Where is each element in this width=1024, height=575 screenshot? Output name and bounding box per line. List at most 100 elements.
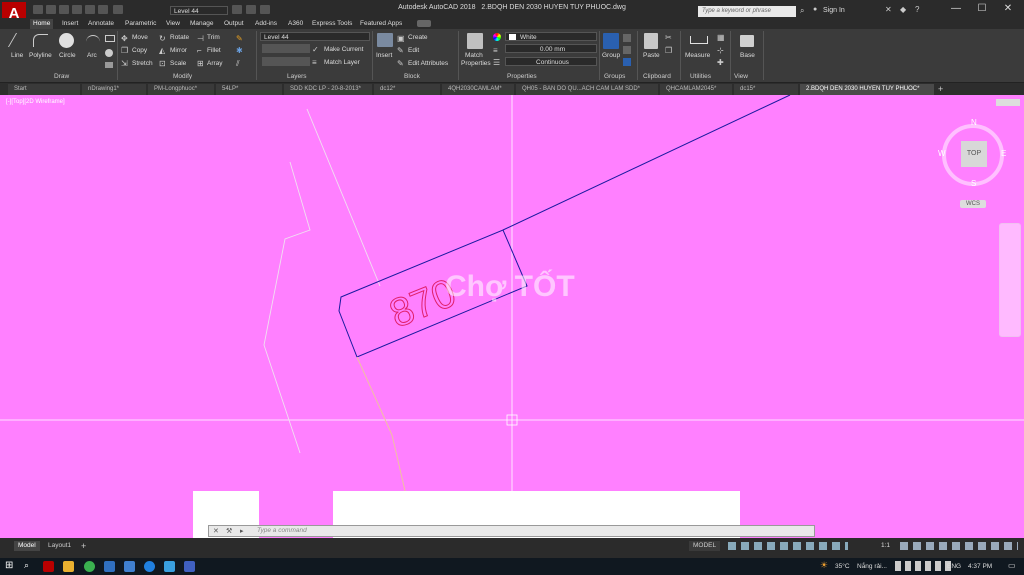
command-input[interactable]: Type a command	[257, 527, 307, 534]
insert-button[interactable]: Insert	[376, 52, 392, 59]
scale-button[interactable]: Scale	[170, 60, 186, 67]
doc-tab[interactable]: 4QH2030CAMLAM*	[442, 84, 514, 95]
search-icon[interactable]: ⌕	[24, 560, 29, 571]
tab-featured-apps[interactable]: Featured Apps	[357, 19, 405, 29]
polyline-icon[interactable]	[33, 34, 48, 47]
tab-add-ins[interactable]: Add-ins	[252, 19, 280, 29]
tab-manage[interactable]: Manage	[187, 19, 217, 29]
circle-button[interactable]: Circle	[59, 52, 76, 59]
model-tab[interactable]: Model	[14, 541, 40, 551]
measure-button[interactable]: Measure	[685, 52, 710, 59]
base-button[interactable]: Base	[740, 52, 755, 59]
tab-insert[interactable]: Insert	[59, 19, 81, 29]
stretch-button[interactable]: Stretch	[132, 60, 153, 67]
block-panel-label[interactable]: Block	[404, 73, 420, 80]
compass-west[interactable]: W	[938, 149, 946, 158]
layer-tools-row[interactable]	[262, 44, 310, 53]
redo-icon[interactable]	[113, 5, 123, 14]
wcs-menu[interactable]: WCS	[960, 200, 986, 208]
tab-a360[interactable]: A360	[285, 19, 306, 29]
edit-attributes-button[interactable]: Edit Attributes	[408, 60, 448, 67]
autocad-taskbar-icon[interactable]	[43, 561, 54, 572]
group-button[interactable]: Group	[602, 52, 620, 59]
viewcube[interactable]: TOP N S E W	[938, 118, 1006, 188]
tab-express-tools[interactable]: Express Tools	[309, 19, 355, 29]
zalo-icon[interactable]	[144, 561, 155, 572]
doc-tab-active[interactable]: 2.BDQH DEN 2030 HUYEN TUY PHUOC*	[800, 84, 934, 95]
polyline-button[interactable]: Polyline	[29, 52, 52, 59]
doc-tab[interactable]: nDrawing1*	[82, 84, 146, 95]
draw-panel-label[interactable]: Draw	[54, 73, 69, 80]
erase-icon[interactable]: ✎	[236, 34, 243, 43]
id-point-icon[interactable]: ✚	[717, 58, 724, 67]
paste-icon[interactable]	[644, 33, 658, 49]
create-block-button[interactable]: Create	[408, 34, 428, 41]
lineweight-dropdown[interactable]: 0.00 mm	[505, 44, 597, 53]
base-view-icon[interactable]	[740, 35, 754, 47]
binoculars-icon[interactable]: ⌕	[800, 6, 804, 16]
quick-layer-combo[interactable]: Level 44	[170, 6, 228, 15]
weather-text[interactable]: Nắng rải...	[857, 563, 887, 570]
copy-clip-icon[interactable]: ❐	[665, 46, 672, 55]
close-command-icon[interactable]: ✕	[213, 527, 219, 535]
layer-tool-icon[interactable]	[232, 5, 242, 14]
edit-block-button[interactable]: Edit	[408, 47, 419, 54]
group-edit-icon[interactable]	[623, 46, 631, 54]
sign-in-button[interactable]: Sign In	[823, 7, 845, 14]
color-dropdown[interactable]: White	[505, 32, 597, 41]
navigation-bar[interactable]	[999, 223, 1021, 337]
view-panel-label[interactable]: View	[734, 73, 748, 80]
recent-commands-icon[interactable]: ▸	[240, 527, 244, 535]
arc-icon[interactable]	[86, 35, 100, 48]
clipboard-panel-label[interactable]: Clipboard	[643, 73, 671, 80]
open-icon[interactable]	[46, 5, 56, 14]
status-tools[interactable]	[900, 542, 1018, 550]
saveas-icon[interactable]	[72, 5, 82, 14]
circle-icon[interactable]	[59, 33, 74, 48]
ungroup-icon[interactable]	[623, 34, 631, 42]
doc-tab[interactable]: PM-Longphuoc*	[148, 84, 214, 95]
match-properties-icon[interactable]	[467, 33, 483, 49]
command-line[interactable]: ✕ ⚒ ▸ Type a command	[208, 525, 815, 537]
doc-tab[interactable]: QHCAMLAM2045*	[660, 84, 732, 95]
trim-button[interactable]: Trim	[207, 34, 220, 41]
ribbon-toggle-icon[interactable]	[417, 20, 431, 27]
group-select-icon[interactable]	[623, 58, 631, 66]
make-current-button[interactable]: Make Current	[324, 46, 363, 53]
tab-home[interactable]: Home	[30, 19, 54, 29]
cut-icon[interactable]: ✂	[665, 33, 672, 42]
doc-tab[interactable]: 54LP*	[216, 84, 282, 95]
compass-south[interactable]: S	[971, 179, 976, 188]
search-input[interactable]: Type a keyword or phrase	[698, 6, 796, 17]
groups-panel-label[interactable]: Groups	[604, 73, 625, 80]
app-icon-2[interactable]	[124, 561, 135, 572]
drawing-canvas[interactable]: [-][Top][2D Wireframe] 870 Chợ TỐT TOP N…	[0, 95, 1024, 538]
utilities-panel-label[interactable]: Utilities	[690, 73, 711, 80]
doc-tab[interactable]: SDD KDC LP - 20-8-2013*	[284, 84, 372, 95]
customize-icon[interactable]: ⚒	[226, 527, 232, 535]
explode-icon[interactable]: ✱	[236, 46, 243, 55]
a360-icon[interactable]: ◆	[900, 5, 906, 14]
layers-panel-label[interactable]: Layers	[287, 73, 307, 80]
fillet-button[interactable]: Fillet	[207, 47, 221, 54]
close-button[interactable]: ✕	[995, 2, 1021, 16]
doc-tab[interactable]: QH05 - BAN DO QU...ACH CAM LAM SDD*	[516, 84, 658, 95]
calculator-icon[interactable]: ▦	[717, 33, 725, 42]
doc-tab-start[interactable]: Start	[8, 84, 80, 95]
doc-tab[interactable]: dc12*	[374, 84, 440, 95]
quick-select-icon[interactable]: ⊹	[717, 46, 724, 55]
doc-tab[interactable]: dc15*	[734, 84, 798, 95]
layer-tool2-icon[interactable]	[246, 5, 256, 14]
model-space-toggle[interactable]: MODEL	[689, 541, 721, 551]
linetype-dropdown[interactable]: Continuous	[505, 57, 597, 66]
offset-icon[interactable]: ⫽	[236, 59, 240, 69]
status-toggle-buttons[interactable]	[728, 542, 848, 550]
modify-panel-label[interactable]: Modify	[173, 73, 192, 80]
weather-temp[interactable]: 35°C	[835, 563, 850, 570]
line-button[interactable]: Line	[11, 52, 23, 59]
windows-start-icon[interactable]: ⊞	[5, 560, 13, 571]
maximize-button[interactable]: ☐	[969, 2, 995, 16]
app-icon-4[interactable]	[184, 561, 195, 572]
move-button[interactable]: Move	[132, 34, 148, 41]
tab-annotate[interactable]: Annotate	[85, 19, 117, 29]
